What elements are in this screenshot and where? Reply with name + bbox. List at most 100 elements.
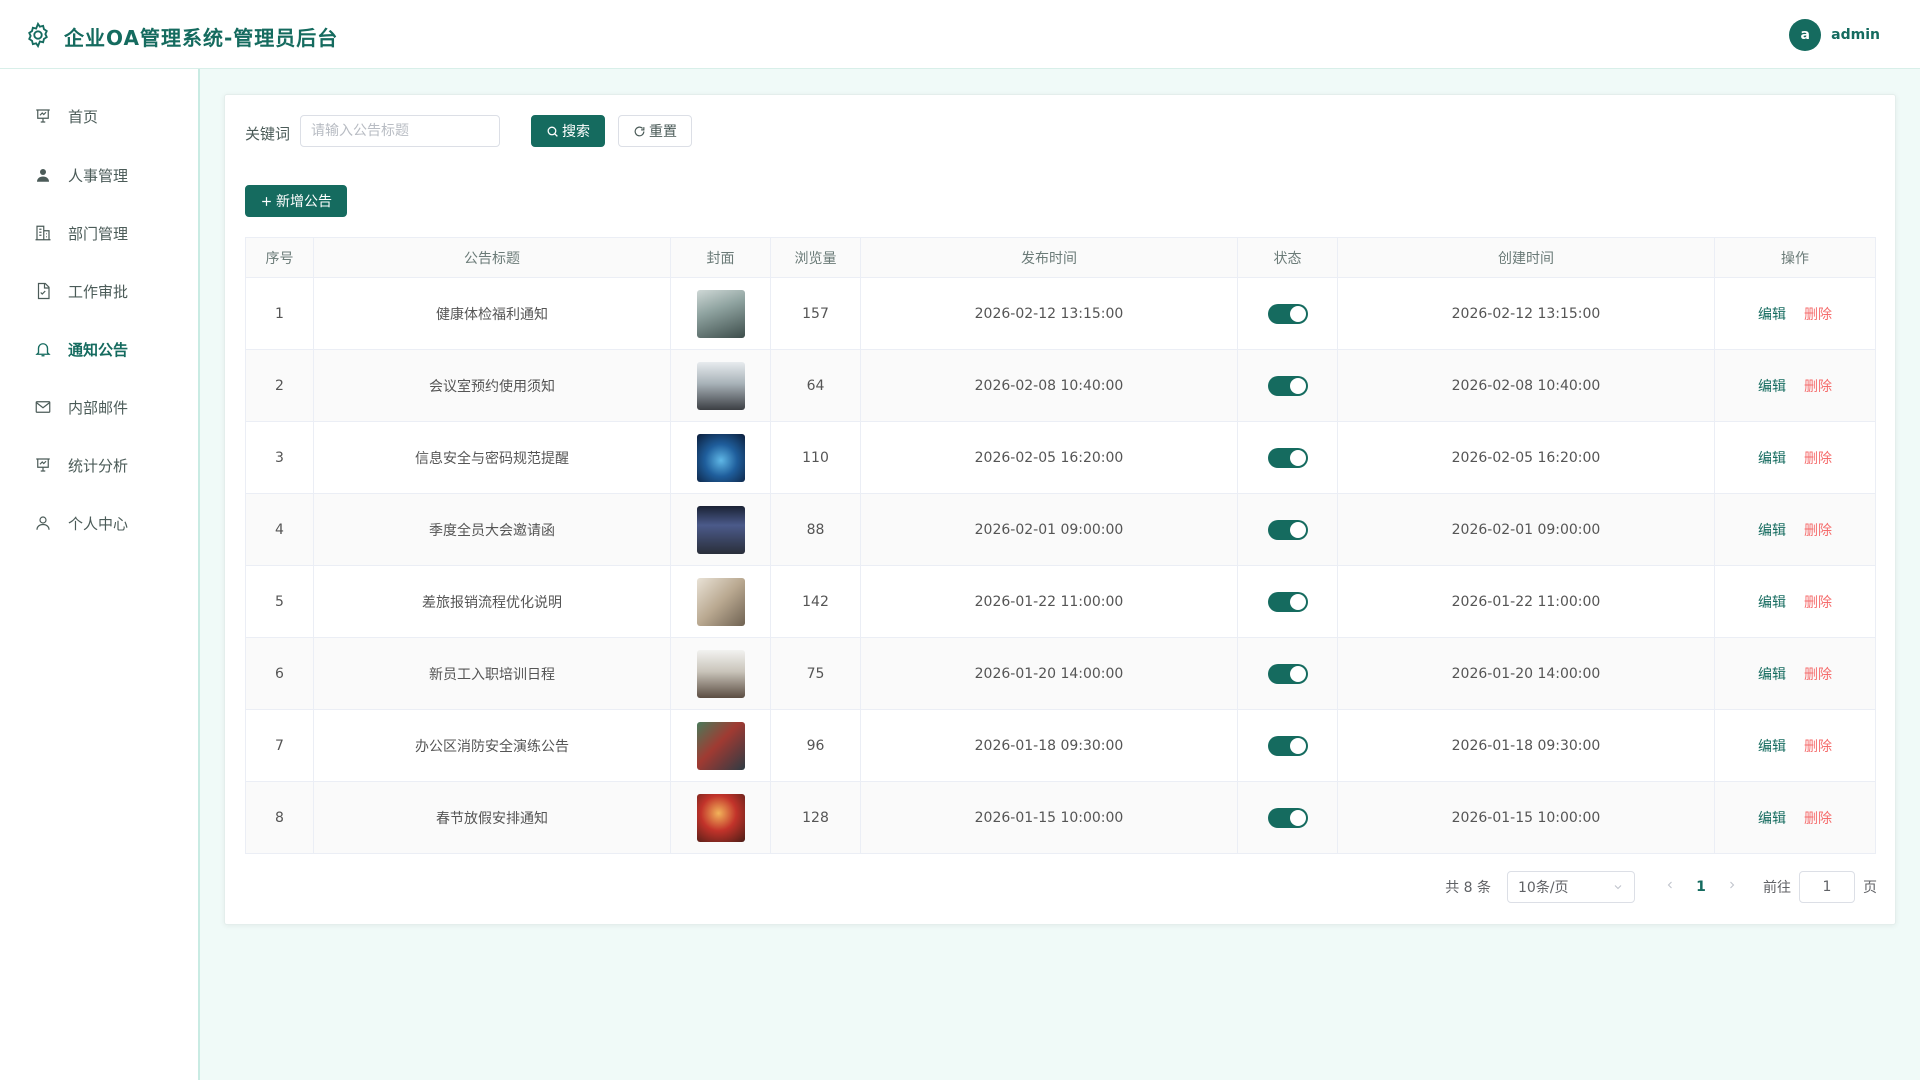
- delete-link[interactable]: 删除: [1804, 523, 1832, 539]
- next-page-button[interactable]: [1721, 879, 1743, 895]
- edit-link[interactable]: 编辑: [1758, 307, 1786, 323]
- sidebar-item-statistics[interactable]: 统计分析: [0, 445, 198, 485]
- edit-link[interactable]: 编辑: [1758, 667, 1786, 683]
- top-header: 企业OA管理系统-管理员后台 a admin: [0, 0, 1920, 69]
- status-toggle[interactable]: [1267, 663, 1308, 684]
- view-count: 157: [770, 277, 861, 350]
- column-header: 序号: [245, 237, 314, 278]
- notice-title: 春节放假安排通知: [313, 781, 671, 854]
- sidebar-item-approvals[interactable]: 工作审批: [0, 271, 198, 311]
- edit-link[interactable]: 编辑: [1758, 811, 1786, 827]
- table-row: 8 春节放假安排通知 128 2026-01-15 10:00:00 2026-…: [245, 781, 1876, 854]
- row-index: 5: [245, 565, 314, 638]
- status-toggle[interactable]: [1267, 303, 1308, 324]
- view-count: 128: [770, 781, 861, 854]
- sidebar-item-mail[interactable]: 内部邮件: [0, 387, 198, 427]
- status-toggle[interactable]: [1267, 735, 1308, 756]
- status-toggle[interactable]: [1267, 375, 1308, 396]
- publish-time: 2026-01-18 09:30:00: [860, 709, 1238, 782]
- page-number-current[interactable]: 1: [1685, 879, 1717, 895]
- title-search-input[interactable]: [300, 115, 500, 147]
- user-menu[interactable]: a admin: [1789, 19, 1880, 51]
- add-notice-button[interactable]: 新增公告: [245, 185, 347, 217]
- sidebar-item-label: 通知公告: [68, 340, 129, 359]
- edit-link[interactable]: 编辑: [1758, 379, 1786, 395]
- row-index: 1: [245, 277, 314, 350]
- sidebar-item-notices[interactable]: 通知公告: [0, 329, 198, 369]
- row-index: 8: [245, 781, 314, 854]
- notice-title: 会议室预约使用须知: [313, 349, 671, 422]
- view-count: 88: [770, 493, 861, 566]
- sidebar-item-hr[interactable]: 人事管理: [0, 155, 198, 195]
- chevron-down-icon: [1614, 885, 1622, 890]
- edit-link[interactable]: 编辑: [1758, 595, 1786, 611]
- edit-link[interactable]: 编辑: [1758, 451, 1786, 467]
- publish-time: 2026-01-15 10:00:00: [860, 781, 1238, 854]
- view-count: 75: [770, 637, 861, 710]
- delete-link[interactable]: 删除: [1804, 811, 1832, 827]
- bell-icon: [35, 343, 51, 357]
- goto-label: 前往: [1763, 880, 1791, 896]
- create-time: 2026-01-18 09:30:00: [1337, 709, 1715, 782]
- chevron-left-icon: [1667, 881, 1672, 889]
- add-notice-label: 新增公告: [276, 194, 332, 210]
- cover-image[interactable]: [696, 721, 745, 770]
- prev-page-button[interactable]: [1659, 879, 1681, 895]
- view-count: 142: [770, 565, 861, 638]
- status-toggle[interactable]: [1267, 519, 1308, 540]
- sidebar-item-profile[interactable]: 个人中心: [0, 503, 198, 543]
- sidebar-item-departments[interactable]: 部门管理: [0, 213, 198, 253]
- mail-icon: [35, 401, 51, 413]
- delete-link[interactable]: 删除: [1804, 451, 1832, 467]
- row-index: 2: [245, 349, 314, 422]
- reset-button[interactable]: 重置: [618, 115, 692, 147]
- cover-image[interactable]: [696, 433, 745, 482]
- page-size-value: 10条/页: [1518, 880, 1569, 896]
- create-time: 2026-02-12 13:15:00: [1337, 277, 1715, 350]
- delete-link[interactable]: 删除: [1804, 379, 1832, 395]
- sidebar-item-label: 人事管理: [68, 166, 129, 185]
- goto-page-input[interactable]: [1799, 871, 1855, 903]
- status-toggle[interactable]: [1267, 447, 1308, 468]
- cover-image[interactable]: [696, 649, 745, 698]
- cover-image[interactable]: [696, 289, 745, 338]
- user-icon: [37, 169, 49, 182]
- status-toggle[interactable]: [1267, 807, 1308, 828]
- table-row: 7 办公区消防安全演练公告 96 2026-01-18 09:30:00 202…: [245, 709, 1876, 782]
- edit-link[interactable]: 编辑: [1758, 523, 1786, 539]
- page-size-select[interactable]: 10条/页: [1507, 871, 1635, 903]
- create-time: 2026-01-20 14:00:00: [1337, 637, 1715, 710]
- table-row: 6 新员工入职培训日程 75 2026-01-20 14:00:00 2026-…: [245, 637, 1876, 710]
- sidebar-item-label: 统计分析: [68, 456, 129, 475]
- publish-time: 2026-01-22 11:00:00: [860, 565, 1238, 638]
- table-row: 5 差旅报销流程优化说明 142 2026-01-22 11:00:00 202…: [245, 565, 1876, 638]
- status-toggle[interactable]: [1267, 591, 1308, 612]
- sidebar-item-label: 部门管理: [68, 224, 129, 243]
- edit-link[interactable]: 编辑: [1758, 739, 1786, 755]
- username[interactable]: admin: [1831, 27, 1880, 43]
- cover-image[interactable]: [696, 505, 745, 554]
- avatar[interactable]: a: [1789, 19, 1822, 51]
- cover-image[interactable]: [696, 361, 745, 410]
- table-row: 3 信息安全与密码规范提醒 110 2026-02-05 16:20:00 20…: [245, 421, 1876, 494]
- delete-link[interactable]: 删除: [1804, 739, 1832, 755]
- column-header: 创建时间: [1337, 237, 1715, 278]
- notice-title: 办公区消防安全演练公告: [313, 709, 671, 782]
- column-header: 公告标题: [313, 237, 671, 278]
- search-button[interactable]: 搜索: [531, 115, 605, 147]
- publish-time: 2026-01-20 14:00:00: [860, 637, 1238, 710]
- row-index: 6: [245, 637, 314, 710]
- sidebar-item-home[interactable]: 首页: [0, 96, 198, 136]
- delete-link[interactable]: 删除: [1804, 667, 1832, 683]
- presentation-icon: [36, 109, 50, 123]
- column-header: 状态: [1237, 237, 1338, 278]
- cover-image[interactable]: [696, 577, 745, 626]
- notice-title: 季度全员大会邀请函: [313, 493, 671, 566]
- notice-title: 差旅报销流程优化说明: [313, 565, 671, 638]
- view-count: 110: [770, 421, 861, 494]
- delete-link[interactable]: 删除: [1804, 307, 1832, 323]
- cover-image[interactable]: [696, 793, 745, 842]
- document-check-icon: [37, 282, 50, 300]
- delete-link[interactable]: 删除: [1804, 595, 1832, 611]
- refresh-icon: [634, 126, 645, 136]
